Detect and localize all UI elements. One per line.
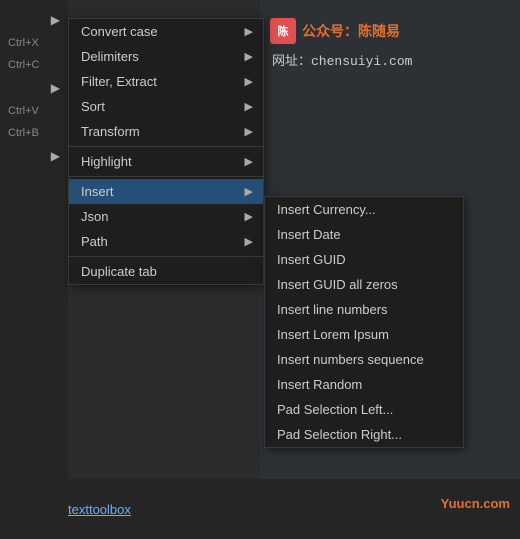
menu-item-convert-case[interactable]: Convert case ▶ [69,19,263,44]
arrow-icon-path: ▶ [245,235,253,248]
arrow-icon-filter-extract: ▶ [245,75,253,88]
menu-label-duplicate-tab: Duplicate tab [81,264,157,279]
submenu-item-insert-numbers-sequence[interactable]: Insert numbers sequence [265,347,463,372]
arrow-icon-sort: ▶ [245,100,253,113]
shortcut-ctrl-b: Ctrl+B [0,122,68,144]
submenu-item-pad-selection-left[interactable]: Pad Selection Left... [265,397,463,422]
arrow-icon-convert-case: ▶ [245,25,253,38]
shortcut-ctrl-c: Ctrl+C [0,54,68,76]
menu-label-transform: Transform [81,124,140,139]
yuucn-watermark: Yuucn.com [441,496,510,511]
menu-label-convert-case: Convert case [81,24,158,39]
menu-item-path[interactable]: Path ▶ [69,229,263,254]
menu-item-json[interactable]: Json ▶ [69,204,263,229]
shortcut-arrow-3: ▶ [0,144,68,168]
menu-separator-3 [69,256,263,257]
menu-label-path: Path [81,234,108,249]
submenu-item-insert-guid-zeros[interactable]: Insert GUID all zeros [265,272,463,297]
menu-item-filter-extract[interactable]: Filter, Extract ▶ [69,69,263,94]
menu-label-delimiters: Delimiters [81,49,139,64]
menu-label-insert: Insert [81,184,114,199]
arrow-icon-insert: ▶ [245,185,253,198]
arrow-icon-transform: ▶ [245,125,253,138]
left-sidebar: ▶ Ctrl+X Ctrl+C ▶ Ctrl+V Ctrl+B ▶ [0,0,68,539]
menu-label-highlight: Highlight [81,154,132,169]
menu-item-insert[interactable]: Insert ▶ [69,179,263,204]
shortcut-arrow-1: ▶ [0,8,68,32]
menu-item-delimiters[interactable]: Delimiters ▶ [69,44,263,69]
submenu-item-insert-date[interactable]: Insert Date [265,222,463,247]
submenu-item-insert-random[interactable]: Insert Random [265,372,463,397]
menu-separator-2 [69,176,263,177]
menu-item-sort[interactable]: Sort ▶ [69,94,263,119]
submenu-item-pad-selection-right[interactable]: Pad Selection Right... [265,422,463,447]
arrow-icon-delimiters: ▶ [245,50,253,63]
watermark-avatar: 陈 [270,18,296,44]
watermark-url: 网址：chensuiyi.com [272,50,412,69]
watermark-logo: 陈 公众号：陈随易 [270,18,400,44]
shortcut-ctrl-v: Ctrl+V [0,100,68,122]
shortcut-ctrl-x: Ctrl+X [0,32,68,54]
menu-item-transform[interactable]: Transform ▶ [69,119,263,144]
submenu-item-insert-currency[interactable]: Insert Currency... [265,197,463,222]
menu-label-sort: Sort [81,99,105,114]
shortcut-arrow-2: ▶ [0,76,68,100]
menu-label-filter-extract: Filter, Extract [81,74,157,89]
menu-item-highlight[interactable]: Highlight ▶ [69,149,263,174]
insert-submenu: Insert Currency... Insert Date Insert GU… [264,196,464,448]
menu-label-json: Json [81,209,108,224]
submenu-item-insert-lorem-ipsum[interactable]: Insert Lorem Ipsum [265,322,463,347]
menu-separator-1 [69,146,263,147]
menu-item-duplicate-tab[interactable]: Duplicate tab [69,259,263,284]
watermark-wechat: 公众号：陈随易 [302,21,400,41]
arrow-icon-json: ▶ [245,210,253,223]
submenu-item-insert-guid[interactable]: Insert GUID [265,247,463,272]
submenu-item-insert-line-numbers[interactable]: Insert line numbers [265,297,463,322]
arrow-icon-highlight: ▶ [245,155,253,168]
context-menu: Convert case ▶ Delimiters ▶ Filter, Extr… [68,18,264,285]
